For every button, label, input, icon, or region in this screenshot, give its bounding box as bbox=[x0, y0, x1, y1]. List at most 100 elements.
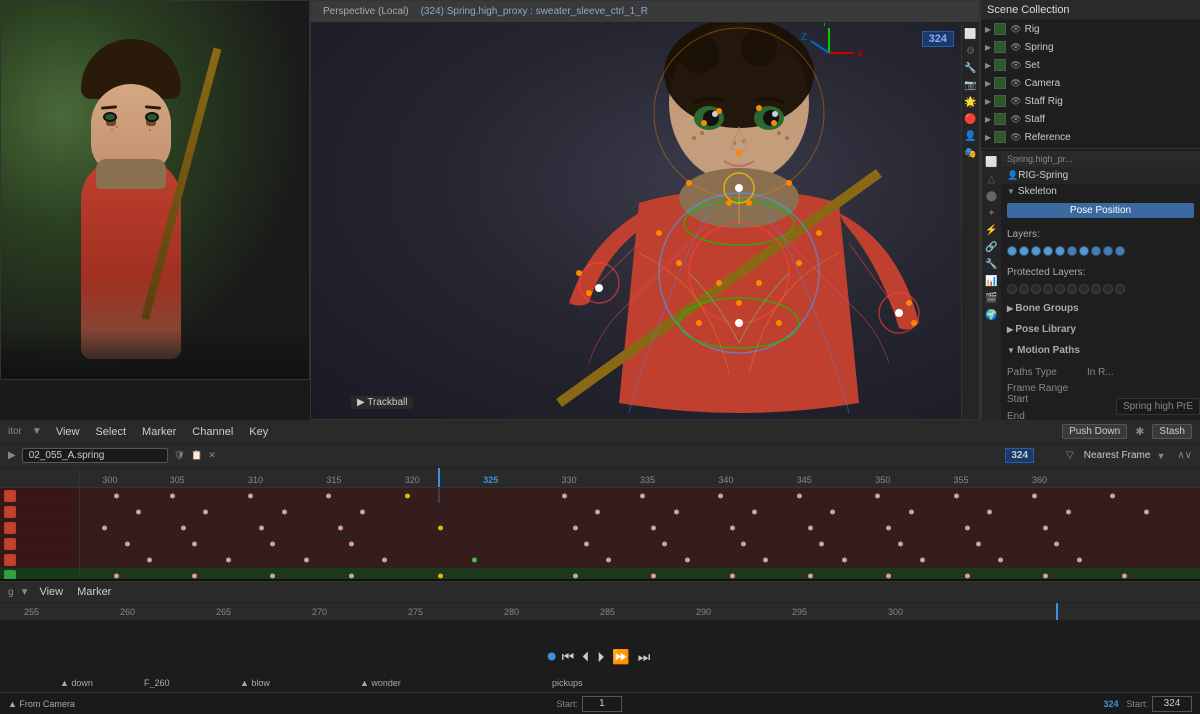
push-down-button[interactable]: Push Down bbox=[1062, 424, 1127, 439]
prop-icon-scene[interactable]: 🎬 bbox=[985, 291, 999, 305]
viewport-3d-content[interactable]: X Y Z ▶ Trac bbox=[311, 23, 979, 419]
layer-dots-row bbox=[1007, 244, 1194, 258]
layer-dot-8[interactable] bbox=[1091, 246, 1101, 256]
sc-eye-set[interactable]: 👁 bbox=[1010, 60, 1021, 71]
layer-dot-7[interactable] bbox=[1079, 246, 1089, 256]
sc-eye-ref[interactable]: 👁 bbox=[1010, 132, 1021, 143]
start-frame-input[interactable] bbox=[582, 696, 622, 712]
player-dot-8[interactable] bbox=[1091, 284, 1101, 294]
kf-5-9 bbox=[842, 557, 847, 562]
prop-icon-mat[interactable]: ⬤ bbox=[985, 189, 999, 203]
sc-check-set[interactable] bbox=[994, 59, 1006, 71]
layer-dot-3[interactable] bbox=[1031, 246, 1041, 256]
props-right-section: ⬜ △ ⬤ ✦ ⚡ 🔗 🔧 📊 🎬 🌍 Spring.high_pr... bbox=[981, 151, 1200, 420]
bt-ruler-260: 260 bbox=[120, 607, 135, 617]
timeline-menu-channel[interactable]: Channel bbox=[188, 426, 237, 438]
sc-eye-spring[interactable]: 👁 bbox=[1010, 42, 1021, 53]
layer-dot-9[interactable] bbox=[1103, 246, 1113, 256]
current-frame-badge: 324 bbox=[1005, 448, 1034, 463]
kf-5-3 bbox=[304, 557, 309, 562]
player-dot-5[interactable] bbox=[1055, 284, 1065, 294]
sc-eye-staffrig[interactable]: 👁 bbox=[1010, 96, 1021, 107]
bt-ruler-275: 275 bbox=[408, 607, 423, 617]
dopesheet-rows: exhaled ▲ clench ▲ down determined ▲ ext… bbox=[80, 488, 1200, 579]
prop-icon-world[interactable]: 🌍 bbox=[985, 308, 999, 322]
sc-eye-rig[interactable]: 👁 bbox=[1010, 24, 1021, 35]
sc-check-camera[interactable] bbox=[994, 77, 1006, 89]
sc-eye-camera[interactable]: 👁 bbox=[1010, 78, 1021, 89]
sc-item-camera[interactable]: ▶ 👁 Camera bbox=[981, 74, 1200, 92]
player-dot-10[interactable] bbox=[1115, 284, 1125, 294]
sc-check-rig[interactable] bbox=[994, 23, 1006, 35]
layer-dot-6[interactable] bbox=[1067, 246, 1077, 256]
ruler-345: 345 bbox=[797, 475, 812, 485]
sc-eye-staff[interactable]: 👁 bbox=[1010, 114, 1021, 125]
layer-dot-4[interactable] bbox=[1043, 246, 1053, 256]
kf-1-4 bbox=[326, 493, 331, 498]
layer-dot-2[interactable] bbox=[1019, 246, 1029, 256]
viewport-icon-1[interactable]: ⬜ bbox=[964, 27, 978, 41]
sc-item-set[interactable]: ▶ 👁 Set bbox=[981, 56, 1200, 74]
sc-item-staffrig[interactable]: ▶ 👁 Staff Rig bbox=[981, 92, 1200, 110]
sc-item-rig[interactable]: ▶ 👁 Rig bbox=[981, 20, 1200, 38]
bt-menu-view[interactable]: View bbox=[35, 586, 67, 598]
player-dot-1[interactable] bbox=[1007, 284, 1017, 294]
sc-check-ref[interactable] bbox=[994, 131, 1006, 143]
prop-icon-const[interactable]: 🔗 bbox=[985, 240, 999, 254]
kf-3-10 bbox=[886, 525, 891, 530]
layer-dot-10[interactable] bbox=[1115, 246, 1125, 256]
prop-icon-mesh[interactable]: △ bbox=[985, 172, 999, 186]
timeline-menu-view[interactable]: View bbox=[52, 426, 84, 438]
sc-check-spring[interactable] bbox=[994, 41, 1006, 53]
kf-1-13 bbox=[1110, 493, 1115, 498]
viewport-icon-5[interactable]: 🌟 bbox=[964, 95, 978, 109]
timeline-menu-key[interactable]: Key bbox=[245, 426, 272, 438]
prop-icon-data[interactable]: 📊 bbox=[985, 274, 999, 288]
sc-item-reference[interactable]: ▶ 👁 Reference bbox=[981, 128, 1200, 146]
layer-dot-5[interactable] bbox=[1055, 246, 1065, 256]
stash-button[interactable]: Stash bbox=[1152, 424, 1192, 439]
transport-play[interactable]: ⏵ bbox=[595, 648, 606, 665]
prop-icon-phys[interactable]: ⚡ bbox=[985, 223, 999, 237]
prop-icon-part[interactable]: ✦ bbox=[985, 206, 999, 220]
viewport-icon-4[interactable]: 📷 bbox=[964, 78, 978, 92]
kf-6-2 bbox=[192, 573, 197, 578]
kf-5-2 bbox=[226, 557, 231, 562]
prop-icon-object[interactable]: ⬜ bbox=[985, 155, 999, 169]
action-name-input[interactable] bbox=[22, 448, 168, 463]
paths-type-field: Paths Type In R... bbox=[1007, 363, 1194, 381]
player-dot-3[interactable] bbox=[1031, 284, 1041, 294]
player-dot-9[interactable] bbox=[1103, 284, 1113, 294]
end-frame-input[interactable] bbox=[1152, 696, 1192, 712]
transport-last[interactable]: ⏭ bbox=[636, 648, 653, 665]
transport-next[interactable]: ⏩ bbox=[610, 648, 631, 665]
viewport-icon-6[interactable]: 🔴 bbox=[964, 112, 978, 126]
bt-down-label: ▲ down bbox=[60, 678, 93, 688]
sc-check-staffrig[interactable] bbox=[994, 95, 1006, 107]
sc-item-staff[interactable]: ▶ 👁 Staff bbox=[981, 110, 1200, 128]
bt-menu-marker[interactable]: Marker bbox=[73, 586, 115, 598]
kf-4-2 bbox=[192, 541, 197, 546]
sc-check-staff[interactable] bbox=[994, 113, 1006, 125]
viewport-icon-8[interactable]: 🎭 bbox=[964, 146, 978, 160]
player-dot-4[interactable] bbox=[1043, 284, 1053, 294]
pose-position-button[interactable]: Pose Position bbox=[1007, 203, 1194, 218]
dopesheet-ruler: 300 305 310 315 320 325 330 335 340 345 … bbox=[80, 468, 1200, 488]
transport-prev[interactable]: ⏴ bbox=[580, 648, 591, 665]
timeline-menu-select[interactable]: Select bbox=[91, 426, 130, 438]
sc-item-spring[interactable]: ▶ 👁 Spring bbox=[981, 38, 1200, 56]
kf-4-1 bbox=[125, 541, 130, 546]
viewport-icon-2[interactable]: ⚙ bbox=[964, 44, 978, 58]
transport-first[interactable]: ⏮ bbox=[560, 648, 577, 665]
viewport-icon-3[interactable]: 🔧 bbox=[964, 61, 978, 75]
layer-dot-1[interactable] bbox=[1007, 246, 1017, 256]
viewport-icon-7[interactable]: 👤 bbox=[964, 129, 978, 143]
action-bar: ▶ 🛡 📋 ✕ 324 ▽ Nearest Frame ▼ ∧∨ bbox=[0, 444, 1200, 468]
timeline-menu-marker[interactable]: Marker bbox=[138, 426, 180, 438]
prop-icon-mod[interactable]: 🔧 bbox=[985, 257, 999, 271]
dopesheet-keyframe-area[interactable]: 300 305 310 315 320 325 330 335 340 345 … bbox=[80, 468, 1200, 579]
kf-5-12 bbox=[1077, 557, 1082, 562]
player-dot-7[interactable] bbox=[1079, 284, 1089, 294]
player-dot-6[interactable] bbox=[1067, 284, 1077, 294]
player-dot-2[interactable] bbox=[1019, 284, 1029, 294]
